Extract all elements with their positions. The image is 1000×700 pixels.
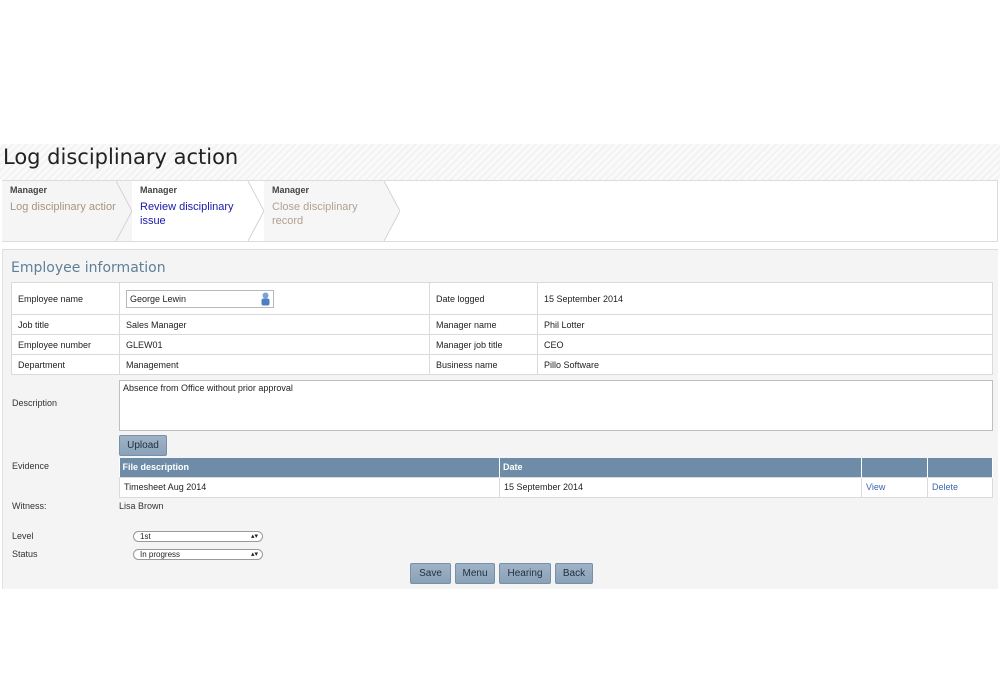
- manager-job-title-label: Manager job title: [429, 334, 538, 355]
- business-name-label: Business name: [429, 354, 538, 375]
- manager-name-label: Manager name: [429, 314, 538, 335]
- employee-number-label: Employee number: [11, 334, 120, 355]
- section-title: Employee information: [11, 260, 166, 276]
- status-selected-value: In progress: [140, 550, 181, 559]
- step-name-line1: Review disciplinary: [140, 201, 234, 213]
- employee-info-table: Employee name George Lewin Date logged 1…: [11, 282, 993, 375]
- status-select[interactable]: In progress ▴▾: [133, 549, 263, 560]
- evidence-date: 15 September 2014: [499, 476, 862, 498]
- witness-label: Witness:: [12, 501, 47, 511]
- step-name-line1: Close disciplinary: [272, 201, 358, 213]
- description-textarea[interactable]: Absence from Office without prior approv…: [119, 380, 993, 431]
- employee-name-cell: George Lewin: [119, 282, 430, 315]
- back-button[interactable]: Back: [555, 563, 593, 584]
- column-header-view: [861, 458, 928, 477]
- step-name-line2: issue: [140, 215, 166, 227]
- employee-name-label: Employee name: [11, 282, 120, 315]
- delete-link[interactable]: Delete: [932, 482, 958, 492]
- witness-value: Lisa Brown: [119, 501, 164, 511]
- save-button[interactable]: Save: [410, 563, 451, 584]
- employee-panel: Employee information Employee name Georg…: [2, 249, 998, 589]
- evidence-file-description: Timesheet Aug 2014: [119, 476, 500, 498]
- step-name: Close disciplinary record: [272, 200, 384, 228]
- step-name-line2: record: [272, 215, 304, 227]
- table-row: Timesheet Aug 2014 15 September 2014 Vie…: [119, 476, 993, 498]
- status-label: Status: [12, 549, 38, 559]
- person-lookup-icon[interactable]: [260, 292, 271, 306]
- step-review-disciplinary-issue[interactable]: Manager Review disciplinary issue: [132, 181, 248, 241]
- evidence-header-row: File description Date: [119, 458, 993, 477]
- employee-number-value: GLEW01: [119, 334, 430, 355]
- manager-job-title-value: CEO: [537, 334, 993, 355]
- level-selected-value: 1st: [140, 532, 151, 541]
- level-label: Level: [12, 531, 34, 541]
- date-logged-label: Date logged: [429, 282, 538, 315]
- select-arrows-icon: ▴▾: [250, 551, 258, 558]
- column-header-date: Date: [499, 458, 862, 477]
- column-header-file-description: File description: [119, 458, 500, 477]
- step-role: Manager: [10, 185, 48, 195]
- view-link[interactable]: View: [866, 482, 885, 492]
- level-select[interactable]: 1st ▴▾: [133, 531, 263, 542]
- department-label: Department: [11, 354, 120, 375]
- step-role: Manager: [140, 185, 178, 195]
- date-logged-value: 15 September 2014: [537, 282, 993, 315]
- evidence-table: File description Date Timesheet Aug 2014…: [119, 458, 993, 498]
- department-value: Management: [119, 354, 430, 375]
- step-name: Review disciplinary issue: [140, 200, 248, 228]
- job-title-value: Sales Manager: [119, 314, 430, 335]
- job-title-label: Job title: [11, 314, 120, 335]
- view-cell: View: [861, 476, 928, 498]
- workflow-steps: Manager Log disciplinary action Manager …: [2, 180, 998, 242]
- employee-name-input[interactable]: George Lewin: [126, 289, 274, 308]
- employee-name-value: George Lewin: [130, 293, 187, 304]
- step-role: Manager: [272, 185, 310, 195]
- step-separator: [384, 181, 400, 241]
- menu-button[interactable]: Menu: [455, 563, 495, 584]
- upload-button[interactable]: Upload: [119, 435, 167, 456]
- business-name-value: Pillo Software: [537, 354, 993, 375]
- step-separator: [248, 181, 264, 241]
- step-close-disciplinary-record[interactable]: Manager Close disciplinary record: [264, 181, 384, 241]
- step-separator: [116, 181, 132, 241]
- hearing-button[interactable]: Hearing: [499, 563, 551, 584]
- evidence-label: Evidence: [12, 461, 50, 471]
- step-log-disciplinary-action[interactable]: Manager Log disciplinary action: [2, 181, 132, 241]
- manager-name-value: Phil Lotter: [537, 314, 993, 335]
- select-arrows-icon: ▴▾: [250, 533, 258, 540]
- column-header-delete: [927, 458, 993, 477]
- delete-cell: Delete: [927, 476, 993, 498]
- description-label: Description: [12, 398, 58, 408]
- page-title: Log disciplinary action: [0, 144, 1000, 180]
- step-name: Log disciplinary action: [10, 201, 119, 213]
